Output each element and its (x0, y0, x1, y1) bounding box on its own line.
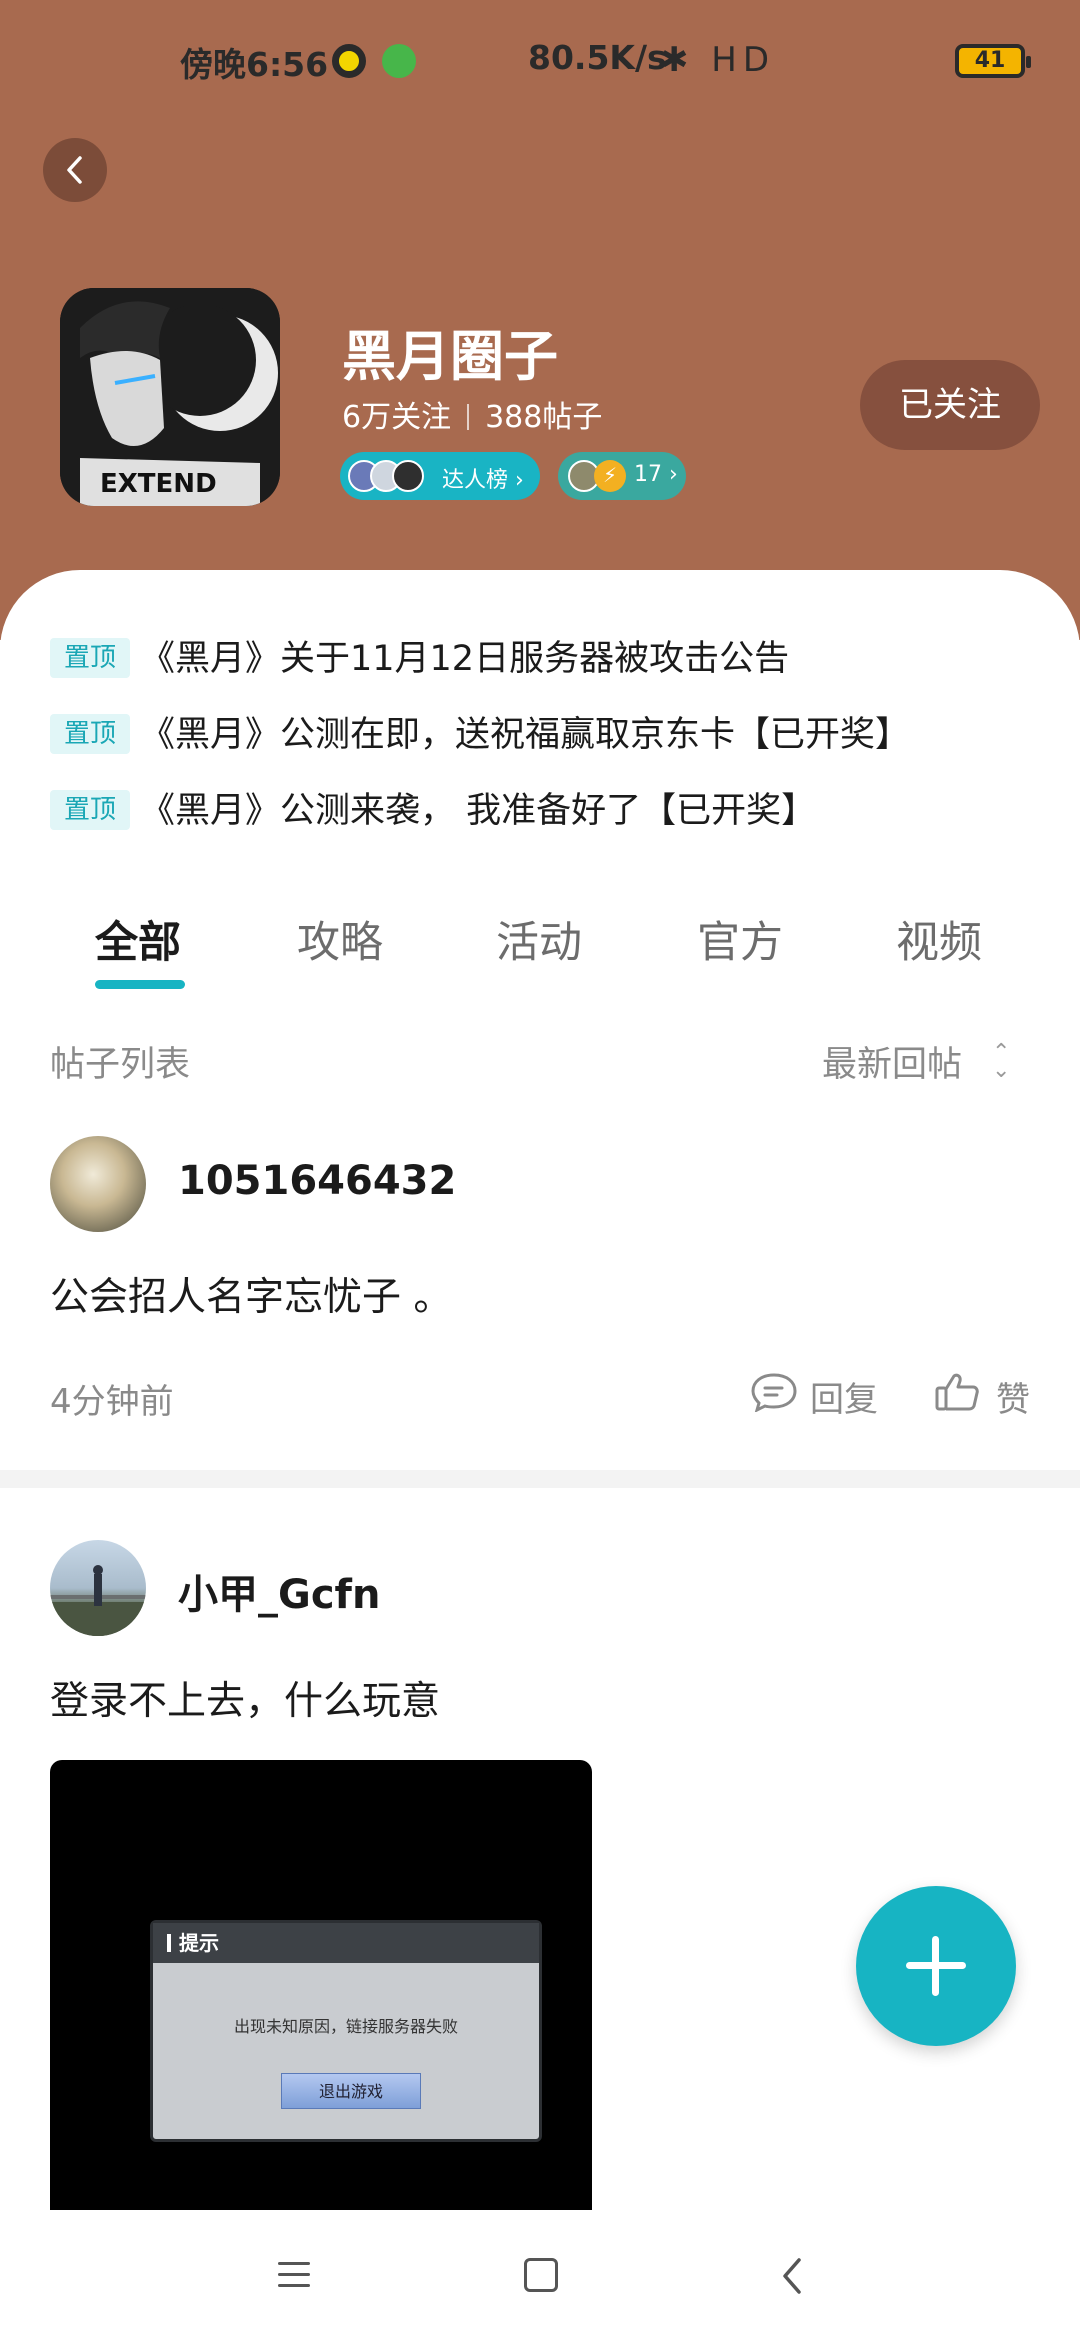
tab-official[interactable]: 官方 (697, 908, 783, 970)
menu-icon[interactable] (278, 2262, 310, 2288)
tab-guides[interactable]: 攻略 (297, 908, 383, 970)
thumbs-up-icon (935, 1373, 979, 1411)
post-image[interactable]: 提示 出现未知原因，链接服务器失败 退出游戏 (50, 1760, 592, 2210)
home-icon[interactable] (524, 2258, 558, 2292)
pinned-post[interactable]: 置顶 《黑月》公测来袭， 我准备好了【已开奖】 (50, 782, 816, 833)
post-list-label: 帖子列表 (50, 1045, 191, 1085)
online-count: 17 › (634, 462, 678, 487)
post-divider (0, 1470, 1080, 1488)
svg-text:EXTEND: EXTEND (100, 469, 217, 499)
online-members-button[interactable]: ⚡ 17 › (558, 452, 686, 500)
rank-list-label: 达人榜 › (442, 468, 524, 493)
circle-name: 黑月圈子 (342, 325, 558, 388)
tab-events[interactable]: 活动 (496, 908, 582, 970)
create-post-button[interactable] (856, 1886, 1016, 2046)
lightning-icon: ⚡ (594, 460, 626, 492)
network-speed: 80.5K/s (528, 38, 667, 77)
notification-icon (332, 44, 366, 78)
pinned-tag: 置顶 (50, 714, 130, 754)
tab-all[interactable]: 全部 (95, 908, 181, 970)
circle-logo: EXTEND (60, 288, 280, 506)
status-time: 傍晚6:56 (180, 45, 329, 84)
avatar (392, 460, 424, 492)
follow-button[interactable]: 已关注 (860, 360, 1040, 450)
pinned-title: 《黑月》公测在即，送祝福赢取京东卡【已开奖】 (140, 715, 911, 755)
circle-stats: 6万关注 388帖子 (342, 392, 602, 436)
app-notification-icon (382, 44, 416, 78)
back-button[interactable] (43, 138, 107, 202)
system-nav-bar (0, 2210, 1080, 2340)
tab-indicator (95, 980, 185, 989)
rank-list-button[interactable]: 达人榜 › (340, 452, 540, 500)
status-bar: 傍晚6:56 80.5K/s ✱ HD 41 (0, 30, 1080, 90)
sort-dropdown[interactable]: 最新回帖 (822, 1036, 962, 1087)
post-content[interactable]: 登录不上去，什么玩意 (50, 1670, 440, 1726)
posts-count: 388帖子 (485, 400, 603, 435)
post-username[interactable]: 小甲_Gcfn (178, 1562, 380, 1620)
screenshot-dialog-title: 提示 (153, 1923, 539, 1963)
sort-arrows-icon[interactable]: ⌃ ⌄ (992, 1042, 1010, 1082)
category-tabs: 全部 攻略 活动 官方 视频 (0, 908, 1080, 989)
pinned-post[interactable]: 置顶 《黑月》公测在即，送祝福赢取京东卡【已开奖】 (50, 706, 910, 757)
post-username[interactable]: 1051646432 (178, 1158, 456, 1204)
avatar[interactable] (50, 1540, 146, 1636)
followers-count: 6万关注 (342, 400, 452, 435)
battery-icon: 41 (955, 44, 1031, 78)
rank-avatars (348, 460, 438, 492)
signal-icons: ✱ HD (660, 40, 776, 80)
screenshot-dialog-message: 出现未知原因，链接服务器失败 (233, 2017, 458, 2036)
avatar[interactable] (50, 1136, 146, 1232)
pinned-tag: 置顶 (50, 790, 130, 830)
like-label: 赞 (996, 1380, 1030, 1420)
screenshot-dialog: 提示 出现未知原因，链接服务器失败 退出游戏 (150, 1920, 542, 2142)
screenshot-dialog-button: 退出游戏 (281, 2073, 421, 2109)
stats-divider (467, 404, 470, 430)
chevron-left-icon (67, 156, 82, 184)
pinned-title: 《黑月》公测来袭， 我准备好了【已开奖】 (140, 791, 817, 831)
back-icon[interactable] (780, 2256, 804, 2296)
comment-icon (751, 1373, 797, 1412)
post-content[interactable]: 公会招人名字忘忧子 。 (50, 1266, 452, 1322)
pinned-title: 《黑月》关于11月12日服务器被攻击公告 (140, 639, 790, 679)
reply-label: 回复 (810, 1380, 878, 1420)
pinned-post[interactable]: 置顶 《黑月》关于11月12日服务器被攻击公告 (50, 630, 789, 681)
post-time: 4分钟前 (50, 1382, 174, 1422)
pinned-tag: 置顶 (50, 638, 130, 678)
tab-videos[interactable]: 视频 (896, 908, 982, 970)
